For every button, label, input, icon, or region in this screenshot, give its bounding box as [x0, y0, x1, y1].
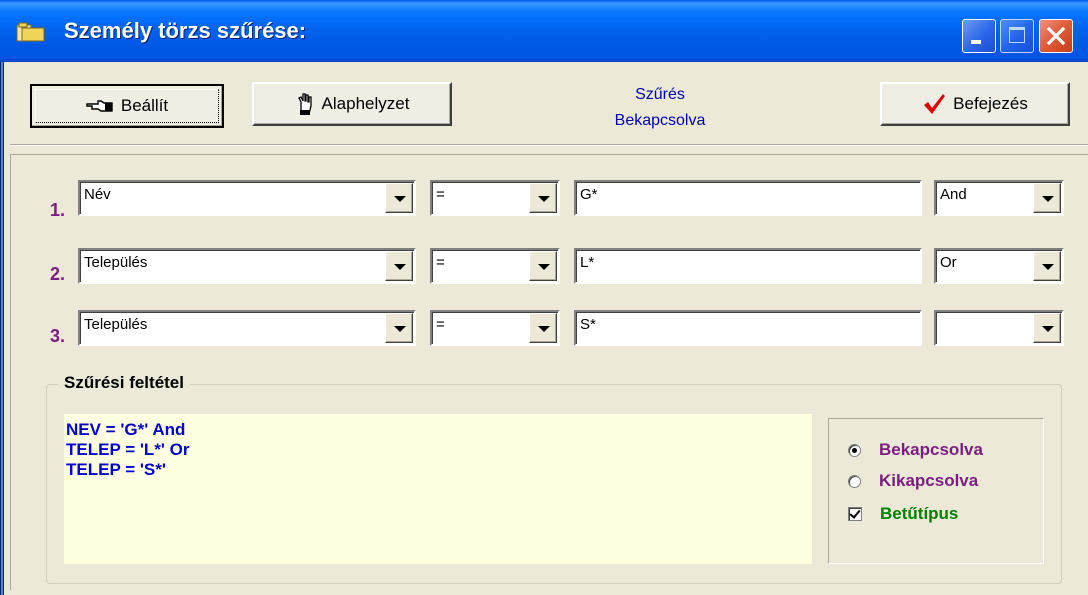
- radio-selected-icon[interactable]: [848, 443, 861, 457]
- operator-select[interactable]: =: [430, 180, 560, 216]
- condition-line: NEV = 'G*' And: [66, 420, 186, 439]
- dropdown-arrow-icon[interactable]: [529, 183, 557, 213]
- value-input[interactable]: L*: [574, 248, 922, 284]
- operator-value: =: [436, 186, 445, 203]
- field-select[interactable]: Település: [78, 310, 416, 346]
- status-value: Bekapcsolva: [614, 112, 706, 129]
- toolbar-separator: [10, 144, 1088, 146]
- operator-value: =: [436, 254, 445, 271]
- raised-hand-icon: [297, 93, 312, 115]
- status-title: Szűrés: [635, 86, 685, 103]
- reset-label: Alaphelyzet: [321, 94, 410, 113]
- row-number: 2.: [50, 264, 66, 284]
- value-text: S*: [580, 316, 596, 333]
- logic-select[interactable]: And: [934, 180, 1064, 216]
- dropdown-arrow-icon[interactable]: [385, 313, 413, 343]
- logic-value: And: [940, 186, 967, 203]
- filter-off-label: Kikapcsolva: [879, 471, 979, 490]
- filter-on-radio[interactable]: Bekapcsolva: [848, 440, 983, 460]
- window-frame: [0, 62, 4, 595]
- filter-on-label: Bekapcsolva: [879, 440, 983, 459]
- row-number: 1.: [50, 200, 66, 220]
- font-label: Betűtípus: [880, 504, 959, 523]
- title-bar[interactable]: Személy törzs szűrése:: [0, 0, 1088, 62]
- field-select[interactable]: Település: [78, 248, 416, 284]
- font-checkbox[interactable]: Betűtípus: [848, 504, 958, 524]
- field-select[interactable]: Név: [78, 180, 416, 216]
- condition-title: Szűrési feltétel: [58, 373, 190, 393]
- operator-value: =: [436, 316, 445, 333]
- dropdown-arrow-icon[interactable]: [1033, 183, 1061, 213]
- condition-line: TELEP = 'S*': [66, 460, 166, 479]
- condition-text-area: NEV = 'G*' And TELEP = 'L*' Or TELEP = '…: [64, 414, 812, 564]
- finish-label: Befejezés: [953, 94, 1028, 113]
- logic-select[interactable]: Or: [934, 248, 1064, 284]
- value-input[interactable]: S*: [574, 310, 922, 346]
- value-text: L*: [580, 254, 595, 271]
- operator-select[interactable]: =: [430, 310, 560, 346]
- close-button[interactable]: [1039, 19, 1073, 53]
- row-number: 3.: [50, 326, 66, 346]
- field-value: Település: [84, 316, 148, 333]
- dropdown-arrow-icon[interactable]: [385, 251, 413, 281]
- operator-select[interactable]: =: [430, 248, 560, 284]
- field-value: Település: [84, 254, 148, 271]
- folder-icon: [16, 22, 45, 42]
- logic-value: Or: [940, 254, 957, 271]
- value-input[interactable]: G*: [574, 180, 922, 216]
- dropdown-arrow-icon[interactable]: [385, 183, 413, 213]
- filter-off-radio[interactable]: Kikapcsolva: [848, 471, 978, 491]
- finish-button[interactable]: Befejezés: [880, 82, 1070, 126]
- minimize-icon: [971, 40, 981, 44]
- filter-dialog: Személy törzs szűrése: Beállít Alaphelyz…: [0, 0, 1088, 595]
- field-value: Név: [84, 186, 111, 203]
- minimize-button[interactable]: [962, 19, 996, 53]
- dropdown-arrow-icon[interactable]: [1033, 313, 1061, 343]
- dropdown-arrow-icon[interactable]: [529, 251, 557, 281]
- focus-rect: [35, 89, 219, 123]
- maximize-button[interactable]: [1000, 19, 1034, 53]
- reset-button[interactable]: Alaphelyzet: [252, 82, 452, 126]
- filter-status: Szűrés Bekapcsolva: [570, 82, 750, 134]
- condition-line: TELEP = 'L*' Or: [66, 440, 190, 459]
- radio-icon[interactable]: [848, 474, 861, 488]
- checkmark-icon: [924, 94, 946, 114]
- dropdown-arrow-icon[interactable]: [1033, 251, 1061, 281]
- window-title: Személy törzs szűrése:: [64, 18, 307, 43]
- maximize-icon: [1009, 27, 1025, 43]
- value-text: G*: [580, 186, 598, 203]
- logic-select[interactable]: [934, 310, 1064, 346]
- close-icon: [1046, 26, 1066, 46]
- set-button[interactable]: Beállít: [30, 84, 224, 128]
- checkbox-checked-icon[interactable]: [848, 507, 862, 521]
- dropdown-arrow-icon[interactable]: [529, 313, 557, 343]
